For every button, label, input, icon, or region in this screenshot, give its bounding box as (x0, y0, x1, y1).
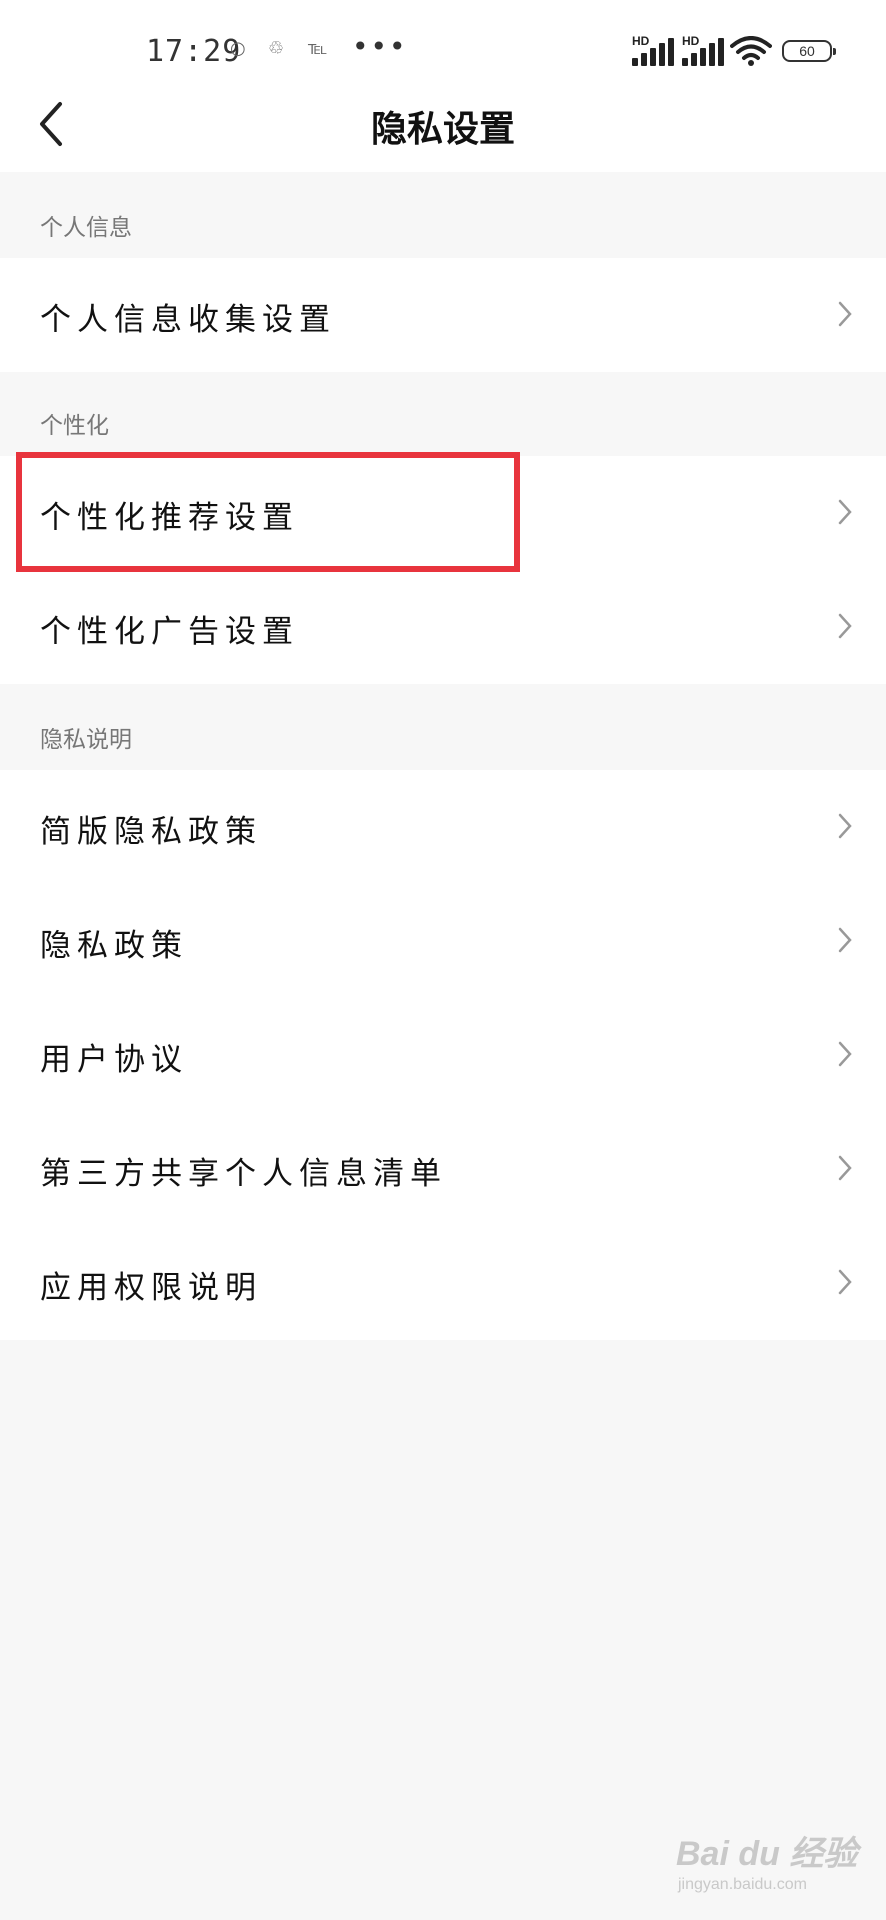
chevron-right-icon (838, 613, 852, 639)
status-bar: 17:29 ○ ♲ ℡ ••• HD HD 60 (0, 0, 886, 80)
chevron-right-icon (838, 1155, 852, 1181)
list-item-label: 个性化广告设置 (40, 614, 299, 650)
notification-icon: ○ (230, 38, 246, 59)
list-item-privacy-policy[interactable]: 隐私政策 (0, 884, 886, 998)
list-item-label: 隐私政策 (40, 928, 188, 964)
notification-icon: ℡ (308, 38, 328, 59)
status-time: 17:29 (146, 34, 242, 69)
cell-signal-icon: HD (632, 34, 676, 66)
highlight-annotation-box (16, 452, 520, 572)
chevron-right-icon (838, 499, 852, 525)
list-item-user-agreement[interactable]: 用户协议 (0, 998, 886, 1112)
section-label-privacy-notes: 隐私说明 (40, 727, 132, 753)
list-item-label: 第三方共享个人信息清单 (40, 1156, 447, 1192)
section-label-personalization: 个性化 (40, 413, 109, 439)
list-item-label: 个人信息收集设置 (40, 302, 336, 338)
hd-badge: HD (682, 34, 700, 48)
group-personal-info: 个人信息收集设置 (0, 258, 886, 372)
more-notifications-icon: ••• (352, 30, 408, 63)
baidu-watermark-logo: Bai du 经验 jingyan.baidu.com (676, 1826, 858, 1893)
watermark-url: jingyan.baidu.com (678, 1876, 807, 1893)
watermark-brand: Bai du 经验 (676, 1835, 858, 1873)
list-item-label: 简版隐私政策 (40, 814, 262, 850)
chevron-right-icon (838, 927, 852, 953)
chevron-right-icon (838, 813, 852, 839)
list-item-personal-info-collection[interactable]: 个人信息收集设置 (0, 258, 886, 372)
chevron-right-icon (838, 1269, 852, 1295)
cell-signal-icon: HD (682, 34, 726, 66)
battery-icon: 60 (782, 40, 836, 62)
list-item-third-party-sharing[interactable]: 第三方共享个人信息清单 (0, 1112, 886, 1226)
nav-header: 隐私设置 (0, 80, 886, 172)
list-item-app-permissions[interactable]: 应用权限说明 (0, 1226, 886, 1340)
hd-badge: HD (632, 34, 650, 48)
list-item-personalized-ads[interactable]: 个性化广告设置 (0, 570, 886, 684)
list-item-brief-privacy-policy[interactable]: 简版隐私政策 (0, 770, 886, 884)
chevron-right-icon (838, 301, 852, 327)
section-label-personal-info: 个人信息 (40, 215, 132, 241)
page-title: 隐私设置 (370, 109, 515, 150)
wifi-icon (730, 36, 772, 66)
list-item-label: 应用权限说明 (40, 1270, 262, 1306)
group-privacy-notes: 简版隐私政策 隐私政策 用户协议 第三方共享个人信息清单 应用权限说明 (0, 770, 886, 1340)
notification-icon: ♲ (268, 38, 285, 59)
list-item-label: 用户协议 (40, 1042, 188, 1078)
chevron-right-icon (838, 1041, 852, 1067)
